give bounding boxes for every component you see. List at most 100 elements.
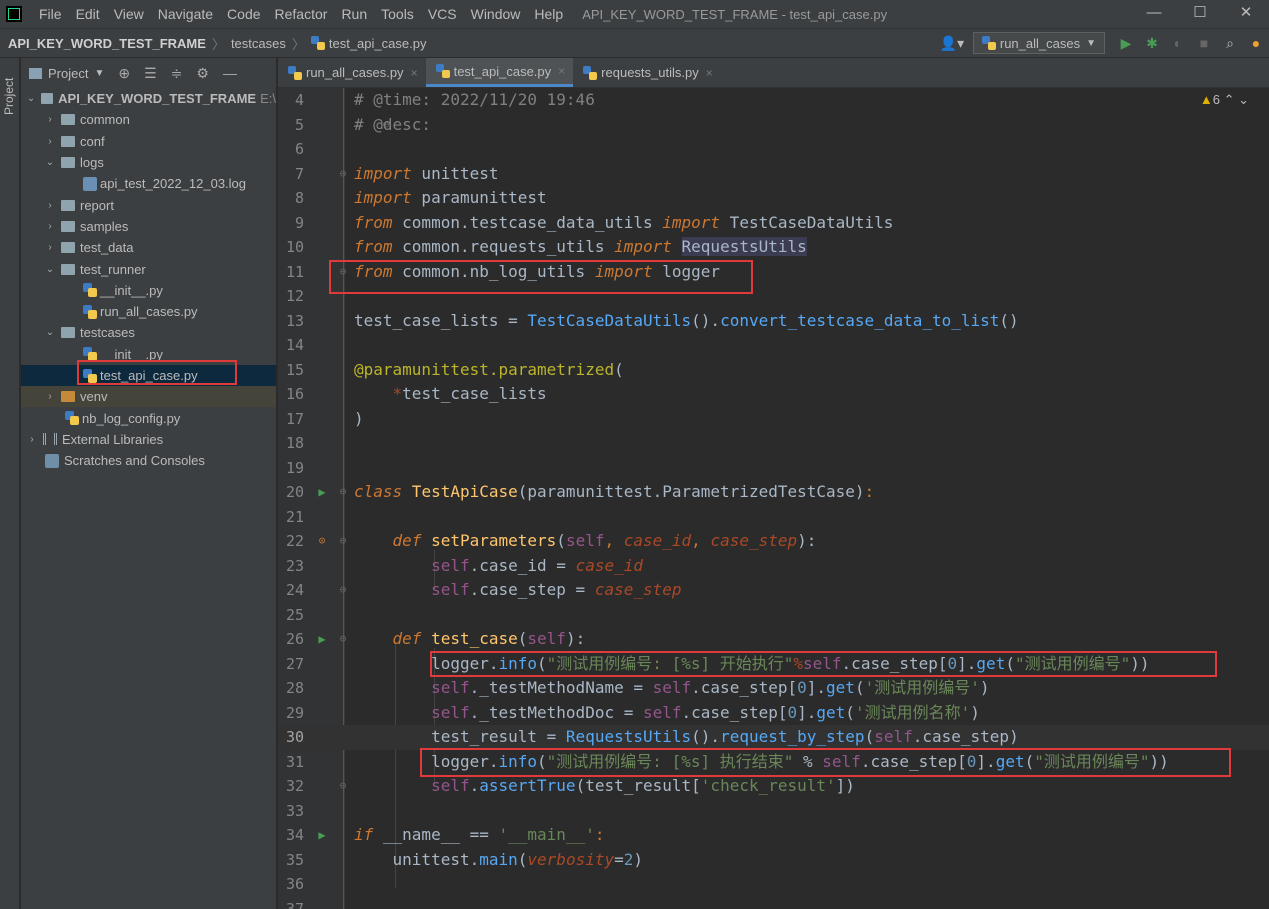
tree-item-report[interactable]: › report <box>21 194 276 215</box>
tree-item-conf[interactable]: › conf <box>21 131 276 152</box>
line-number[interactable]: 36 <box>278 872 304 897</box>
line-number[interactable]: 12 <box>278 284 304 309</box>
line-number[interactable]: 24 <box>278 578 304 603</box>
chevron-down-icon[interactable]: ▼ <box>94 68 104 79</box>
code-line[interactable]: 24 ⊖ self.case_step = case_step <box>278 578 1269 603</box>
line-number[interactable]: 18 <box>278 431 304 456</box>
tree-item-samples[interactable]: › samples <box>21 216 276 237</box>
tab-requests-utils[interactable]: requests_utils.py × <box>573 58 721 87</box>
line-number[interactable]: 34 <box>278 823 304 848</box>
code-line[interactable]: 26 ▶ ⊖ def test_case(self): <box>278 627 1269 652</box>
code-line[interactable]: 37 <box>278 897 1269 909</box>
line-number[interactable]: 20 <box>278 480 304 505</box>
code-line[interactable]: 4 # @time: 2022/11/20 19:46 <box>278 88 1269 113</box>
code-line[interactable]: 8 import paramunittest <box>278 186 1269 211</box>
stop-icon[interactable]: ■ <box>1191 35 1217 51</box>
menu-view[interactable]: View <box>107 6 151 22</box>
menu-run[interactable]: Run <box>334 6 374 22</box>
code-line[interactable]: 16 *test_case_lists <box>278 382 1269 407</box>
code-line[interactable]: 9 from common.testcase_data_utils import … <box>278 211 1269 236</box>
line-number[interactable]: 14 <box>278 333 304 358</box>
minimize-button[interactable]: — <box>1131 0 1177 28</box>
run-gutter-icon[interactable]: ▶ <box>316 627 328 652</box>
code-line[interactable]: 20 ▶ ⊖ class TestApiCase(paramunittest.Para… <box>278 480 1269 505</box>
code-line[interactable]: 32 ⊖ self.assertTrue(test_result['check_r… <box>278 774 1269 799</box>
tree-item-test-data[interactable]: › test_data <box>21 237 276 258</box>
code-line[interactable]: 10 from common.requests_utils import Requ… <box>278 235 1269 260</box>
line-number[interactable]: 30 <box>278 725 304 750</box>
code-line[interactable]: 25 <box>278 603 1269 628</box>
user-icon[interactable]: 👤▾ <box>939 35 965 52</box>
run-gutter-icon[interactable]: ▶ <box>316 480 328 505</box>
tab-run-all-cases[interactable]: run_all_cases.py × <box>278 58 426 87</box>
run-gutter-icon[interactable]: ▶ <box>316 823 328 848</box>
breadcrumb-folder[interactable]: testcases <box>231 36 286 51</box>
line-number[interactable]: 19 <box>278 456 304 481</box>
debug-icon[interactable]: ✱ <box>1139 35 1165 52</box>
code-line[interactable]: 22 ⊙ ⊖ def setParameters(self, case_id, ca… <box>278 529 1269 554</box>
expand-all-icon[interactable]: ☰ <box>144 65 157 82</box>
hide-icon[interactable]: — <box>223 65 237 81</box>
run-icon[interactable]: ▶ <box>1113 35 1139 52</box>
search-icon[interactable]: ⌕ <box>1217 35 1243 52</box>
line-number[interactable]: 8 <box>278 186 304 211</box>
tree-item-nb-log-config[interactable]: nb_log_config.py <box>21 407 276 428</box>
tree-item-scratches[interactable]: Scratches and Consoles <box>21 450 276 471</box>
code-line[interactable]: 29 self._testMethodDoc = self.case_step[… <box>278 701 1269 726</box>
update-icon[interactable]: ● <box>1243 35 1269 51</box>
line-number[interactable]: 25 <box>278 603 304 628</box>
close-icon[interactable]: × <box>558 64 565 78</box>
tree-item-log-file[interactable]: api_test_2022_12_03.log <box>21 173 276 194</box>
line-number[interactable]: 5 <box>278 113 304 138</box>
tree-item-runner-init[interactable]: __init__.py <box>21 280 276 301</box>
tree-item-external-libraries[interactable]: › External Libraries <box>21 429 276 450</box>
collapse-all-icon[interactable]: ≑ <box>171 65 183 82</box>
code-line[interactable]: 28 self._testMethodName = self.case_step… <box>278 676 1269 701</box>
tree-item-logs[interactable]: ⌄ logs <box>21 152 276 173</box>
menu-refactor[interactable]: Refactor <box>268 6 335 22</box>
menu-edit[interactable]: Edit <box>69 6 107 22</box>
coverage-icon[interactable]: ◐ <box>1165 35 1191 51</box>
run-config-select[interactable]: run_all_cases ▼ <box>972 32 1105 54</box>
code-line[interactable]: 35 unittest.main(verbosity=2) <box>278 848 1269 873</box>
code-line[interactable]: 6 <box>278 137 1269 162</box>
fold-icon[interactable]: ⊖ <box>338 529 348 554</box>
line-number[interactable]: 4 <box>278 88 304 113</box>
code-editor[interactable]: ▲6 ⌃ ⌄ 4 # @time: 2022/11/20 19:46 5 ⊖ # @de… <box>278 88 1269 909</box>
close-window-button[interactable]: ✕ <box>1223 0 1269 28</box>
gear-icon[interactable]: ⚙ <box>196 65 209 82</box>
breadcrumb-project[interactable]: API_KEY_WORD_TEST_FRAME <box>8 36 206 51</box>
line-number[interactable]: 22 <box>278 529 304 554</box>
code-line[interactable]: 23 self.case_id = case_id <box>278 554 1269 579</box>
menu-tools[interactable]: Tools <box>374 6 421 22</box>
tree-item-venv[interactable]: › venv <box>21 386 276 408</box>
line-number[interactable]: 29 <box>278 701 304 726</box>
line-number[interactable]: 33 <box>278 799 304 824</box>
tree-item-run-all-cases[interactable]: run_all_cases.py <box>21 301 276 322</box>
project-view-select[interactable]: Project <box>48 66 88 81</box>
code-line[interactable]: 34 ▶ if __name__ == '__main__': <box>278 823 1269 848</box>
line-number[interactable]: 7 <box>278 162 304 187</box>
menu-help[interactable]: Help <box>527 6 570 22</box>
code-line[interactable]: 33 <box>278 799 1269 824</box>
code-line[interactable]: 21 <box>278 505 1269 530</box>
line-number[interactable]: 13 <box>278 309 304 334</box>
code-line[interactable]: 19 <box>278 456 1269 481</box>
menu-window[interactable]: Window <box>464 6 528 22</box>
fold-icon[interactable]: ⊖ <box>338 578 348 603</box>
breadcrumb-file[interactable]: test_api_case.py <box>329 36 427 51</box>
tree-item-testcases[interactable]: ⌄ testcases <box>21 322 276 343</box>
code-line[interactable]: 36 <box>278 872 1269 897</box>
line-number[interactable]: 9 <box>278 211 304 236</box>
line-number[interactable]: 27 <box>278 652 304 677</box>
fold-icon[interactable]: ⊖ <box>338 480 348 505</box>
close-icon[interactable]: × <box>411 66 418 80</box>
close-icon[interactable]: × <box>706 66 713 80</box>
code-line[interactable]: 30 test_result = RequestsUtils().request… <box>278 725 1269 750</box>
line-number[interactable]: 21 <box>278 505 304 530</box>
line-number[interactable]: 6 <box>278 137 304 162</box>
code-line[interactable]: 17) <box>278 407 1269 432</box>
override-gutter-icon[interactable]: ⊙ <box>316 529 328 554</box>
menu-file[interactable]: File <box>32 6 69 22</box>
tree-item-common[interactable]: › common <box>21 109 276 130</box>
